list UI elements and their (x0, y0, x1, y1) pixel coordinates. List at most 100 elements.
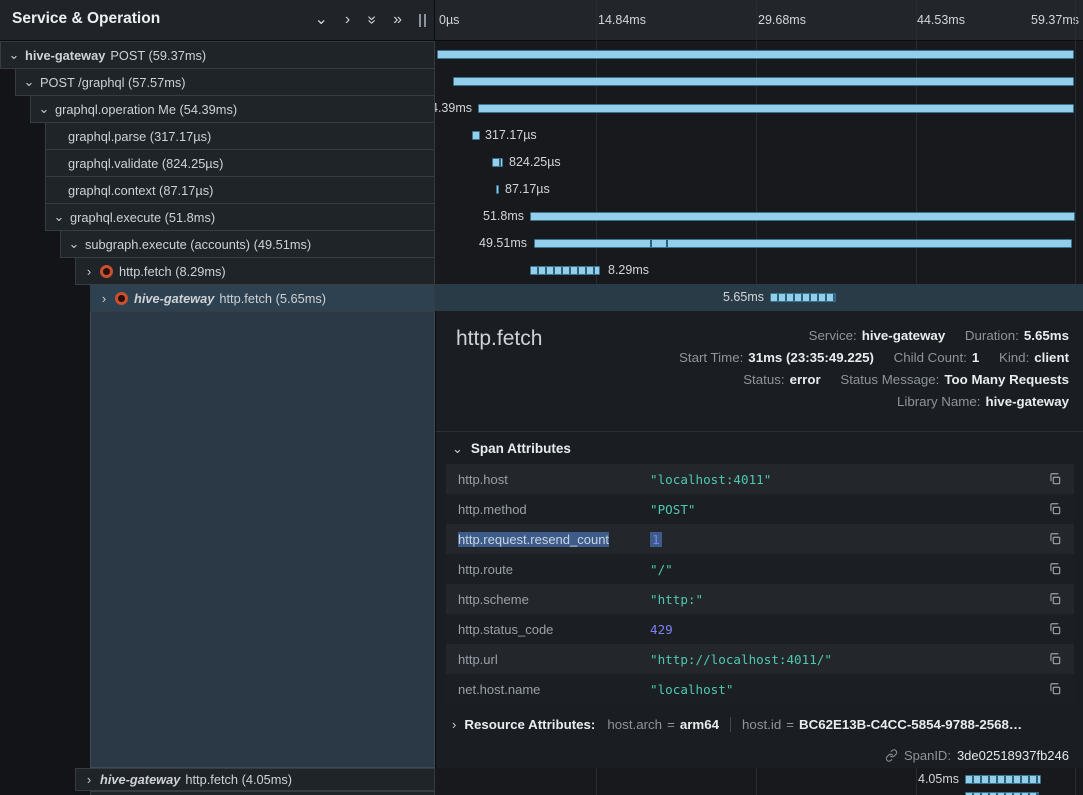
error-icon (115, 292, 128, 305)
service-name: hive-gateway (25, 48, 105, 63)
attribute-key: http.status_code (458, 622, 650, 637)
copy-icon[interactable] (1048, 622, 1062, 636)
tree-row-post-graphql[interactable]: ⌄ POST /graphql (57.57ms) (15, 68, 435, 96)
service-label: Service: (809, 328, 857, 343)
tree-row-graphql-validate[interactable]: graphql.validate (824.25µs) (45, 149, 435, 177)
tick-label: 0µs (439, 13, 459, 27)
span-bar[interactable] (530, 212, 1075, 221)
span-bar[interactable] (770, 293, 836, 302)
span-bar[interactable] (453, 77, 1074, 86)
equals-sign: = (786, 717, 794, 732)
service-value: hive-gateway (862, 328, 946, 343)
duration-label: 8.29ms (608, 257, 649, 284)
span-bar-row: 4.39ms (435, 95, 1083, 122)
span-bar[interactable] (496, 185, 499, 194)
span-attributes-header[interactable]: ⌄ Span Attributes (452, 441, 571, 457)
chevron-down-icon[interactable]: ⌄ (52, 209, 66, 225)
child-count-label: Child Count: (894, 350, 967, 365)
span-attributes-title: Span Attributes (471, 441, 571, 456)
attribute-row-selected[interactable]: http.request.resend_count 1 (446, 524, 1074, 554)
service-name: hive-gateway (100, 772, 180, 787)
library-name-value: hive-gateway (985, 394, 1069, 409)
resource-key: host.id (742, 717, 781, 732)
copy-icon[interactable] (1048, 532, 1062, 546)
chevron-down-icon[interactable]: ⌄ (67, 236, 81, 252)
tree-row-http-fetch-5ms-selected[interactable]: › hive-gateway http.fetch (5.65ms) (90, 284, 435, 312)
attribute-value: "http:" (650, 592, 703, 607)
duration-label: 4.39ms (435, 95, 472, 122)
tree-row-graphql-execute[interactable]: ⌄ graphql.execute (51.8ms) (45, 203, 435, 231)
link-icon[interactable] (885, 749, 898, 762)
tree-row-hive-gateway-post[interactable]: ⌄ hive-gateway POST (59.37ms) (0, 41, 435, 69)
duration-label: 49.51ms (479, 230, 527, 257)
span-bar[interactable] (472, 131, 480, 140)
attribute-value: 429 (650, 622, 673, 637)
duration-label: 4.05ms (918, 768, 959, 791)
collapse-icon[interactable]: ⌄ (314, 12, 327, 28)
tree-row-subgraph-execute[interactable]: ⌄ subgraph.execute (accounts) (49.51ms) (60, 230, 435, 258)
span-bar-row: 49.51ms (435, 230, 1083, 257)
attribute-key: http.scheme (458, 592, 650, 607)
tree-row-graphql-operation[interactable]: ⌄ graphql.operation Me (54.39ms) (30, 95, 435, 123)
resource-attributes-row[interactable]: › Resource Attributes: host.arch = arm64… (452, 717, 1022, 732)
tree-row-http-fetch-8ms[interactable]: › http.fetch (8.29ms) (75, 257, 435, 285)
trace-viewer: 0µs 14.84ms 29.68ms 44.53ms 59.37ms 4.39… (0, 0, 1083, 795)
chevron-right-icon[interactable]: › (97, 291, 111, 306)
attribute-key: http.host (458, 472, 650, 487)
chevron-right-icon: › (452, 717, 456, 732)
span-detail-panel: http.fetch Service:hive-gateway Duration… (435, 311, 1083, 768)
span-bar[interactable] (534, 239, 1072, 248)
attribute-row[interactable]: http.route "/" (446, 554, 1074, 584)
attribute-row[interactable]: net.host.name "localhost" (446, 674, 1074, 704)
chevron-down-icon[interactable]: ⌄ (37, 101, 51, 117)
attribute-key: http.url (458, 652, 650, 667)
expanded-span-area (90, 311, 435, 768)
next-tree-row-partial (90, 791, 435, 795)
chevron-down-icon[interactable]: ⌄ (7, 47, 21, 63)
panel-resizer-handle[interactable] (419, 14, 426, 27)
attribute-row[interactable]: http.status_code 429 (446, 614, 1074, 644)
span-bar[interactable] (530, 266, 600, 275)
expand-all-icon[interactable]: » (393, 12, 402, 28)
tree-row-http-fetch-4ms[interactable]: › hive-gateway http.fetch (4.05ms) (75, 768, 435, 791)
status-label: Status: (743, 372, 784, 387)
bar-segment-divider (666, 240, 668, 247)
bar-segment-divider (650, 240, 652, 247)
span-label: graphql.context (87.17µs) (68, 183, 213, 198)
resource-value: BC62E13B-C4CC-5854-9788-2568… (799, 717, 1022, 732)
attribute-key: http.route (458, 562, 650, 577)
copy-icon[interactable] (1048, 562, 1062, 576)
span-bar[interactable] (492, 158, 503, 167)
chevron-down-icon: ⌄ (452, 441, 463, 457)
attribute-row[interactable]: http.method "POST" (446, 494, 1074, 524)
span-bar[interactable] (437, 50, 1074, 59)
expand-icon[interactable]: › (345, 12, 350, 28)
copy-icon[interactable] (1048, 682, 1062, 696)
tree-row-graphql-context[interactable]: graphql.context (87.17µs) (45, 176, 435, 204)
attribute-row[interactable]: http.host "localhost:4011" (446, 464, 1074, 494)
chevron-right-icon[interactable]: › (82, 772, 96, 787)
span-bar-row (435, 68, 1083, 95)
copy-icon[interactable] (1048, 472, 1062, 486)
kind-label: Kind: (999, 350, 1029, 365)
collapse-all-icon[interactable]: » (364, 16, 380, 25)
tree-row-graphql-parse[interactable]: graphql.parse (317.17µs) (45, 122, 435, 150)
copy-icon[interactable] (1048, 652, 1062, 666)
span-label: http.fetch (4.05ms) (185, 772, 292, 787)
chevron-down-icon[interactable]: ⌄ (22, 74, 36, 90)
tick-label: 14.84ms (598, 13, 646, 27)
attribute-row[interactable]: http.scheme "http:" (446, 584, 1074, 614)
copy-icon[interactable] (1048, 502, 1062, 516)
copy-icon[interactable] (1048, 592, 1062, 606)
span-label: http.fetch (8.29ms) (119, 264, 226, 279)
attribute-value: "localhost:4011" (650, 472, 771, 487)
span-attributes-table: http.host "localhost:4011" http.method "… (446, 464, 1074, 704)
attribute-row[interactable]: http.url "http://localhost:4011/" (446, 644, 1074, 674)
resource-value: arm64 (680, 717, 719, 732)
span-label: graphql.validate (824.25µs) (68, 156, 223, 171)
left-panel-header: Service & Operation ⌄ › » » (0, 0, 435, 41)
span-bar[interactable] (965, 775, 1041, 784)
duration-label: Duration: (965, 328, 1019, 343)
span-bar[interactable] (478, 104, 1074, 113)
chevron-right-icon[interactable]: › (82, 264, 96, 279)
